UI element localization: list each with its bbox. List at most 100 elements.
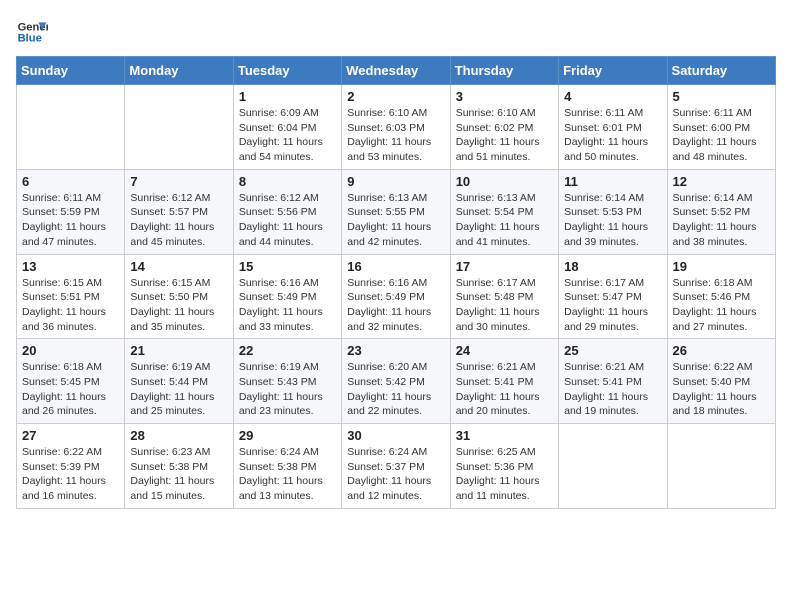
- day-info: Sunrise: 6:24 AM Sunset: 5:37 PM Dayligh…: [347, 445, 444, 504]
- calendar-cell: 9 Sunrise: 6:13 AM Sunset: 5:55 PM Daylig…: [342, 169, 450, 254]
- calendar-header-row: SundayMondayTuesdayWednesdayThursdayFrid…: [17, 57, 776, 85]
- day-info: Sunrise: 6:17 AM Sunset: 5:48 PM Dayligh…: [456, 276, 553, 335]
- calendar-cell: 15 Sunrise: 6:16 AM Sunset: 5:49 PM Dayli…: [233, 254, 341, 339]
- calendar-header-tuesday: Tuesday: [233, 57, 341, 85]
- day-number: 13: [22, 259, 119, 274]
- calendar-cell: 31 Sunrise: 6:25 AM Sunset: 5:36 PM Dayli…: [450, 424, 558, 509]
- day-number: 21: [130, 343, 227, 358]
- day-number: 25: [564, 343, 661, 358]
- calendar-cell: 4Sunrise: 6:11 AM Sunset: 6:01 PM Daylig…: [559, 85, 667, 170]
- calendar-week-2: 6 Sunrise: 6:11 AM Sunset: 5:59 PM Daylig…: [17, 169, 776, 254]
- day-number: 31: [456, 428, 553, 443]
- day-info: Sunrise: 6:09 AM Sunset: 6:04 PM Dayligh…: [239, 106, 336, 165]
- day-number: 24: [456, 343, 553, 358]
- day-number: 16: [347, 259, 444, 274]
- calendar-cell: 7Sunrise: 6:12 AM Sunset: 5:57 PM Daylig…: [125, 169, 233, 254]
- day-info: Sunrise: 6:16 AM Sunset: 5:49 PM Dayligh…: [239, 276, 336, 335]
- calendar-cell: 19 Sunrise: 6:18 AM Sunset: 5:46 PM Dayli…: [667, 254, 775, 339]
- calendar-cell: 1Sunrise: 6:09 AM Sunset: 6:04 PM Daylig…: [233, 85, 341, 170]
- day-number: 10: [456, 174, 553, 189]
- calendar-header-sunday: Sunday: [17, 57, 125, 85]
- calendar-cell: 2Sunrise: 6:10 AM Sunset: 6:03 PM Daylig…: [342, 85, 450, 170]
- calendar-cell: 27 Sunrise: 6:22 AM Sunset: 5:39 PM Dayli…: [17, 424, 125, 509]
- day-info: Sunrise: 6:14 AM Sunset: 5:53 PM Dayligh…: [564, 191, 661, 250]
- calendar-cell: 5 Sunrise: 6:11 AM Sunset: 6:00 PM Daylig…: [667, 85, 775, 170]
- day-number: 30: [347, 428, 444, 443]
- page-header: General Blue: [16, 16, 776, 48]
- day-number: 15: [239, 259, 336, 274]
- calendar-cell: 14 Sunrise: 6:15 AM Sunset: 5:50 PM Dayli…: [125, 254, 233, 339]
- calendar-cell: [559, 424, 667, 509]
- day-info: Sunrise: 6:19 AM Sunset: 5:43 PM Dayligh…: [239, 360, 336, 419]
- calendar-cell: 18 Sunrise: 6:17 AM Sunset: 5:47 PM Dayli…: [559, 254, 667, 339]
- logo: General Blue: [16, 16, 52, 48]
- day-info: Sunrise: 6:22 AM Sunset: 5:39 PM Dayligh…: [22, 445, 119, 504]
- day-number: 23: [347, 343, 444, 358]
- calendar-cell: 23Sunrise: 6:20 AM Sunset: 5:42 PM Dayli…: [342, 339, 450, 424]
- calendar-cell: 13 Sunrise: 6:15 AM Sunset: 5:51 PM Dayli…: [17, 254, 125, 339]
- day-number: 14: [130, 259, 227, 274]
- day-info: Sunrise: 6:10 AM Sunset: 6:02 PM Dayligh…: [456, 106, 553, 165]
- day-number: 28: [130, 428, 227, 443]
- calendar-header-saturday: Saturday: [667, 57, 775, 85]
- day-info: Sunrise: 6:13 AM Sunset: 5:55 PM Dayligh…: [347, 191, 444, 250]
- calendar-cell: [17, 85, 125, 170]
- calendar-cell: 6 Sunrise: 6:11 AM Sunset: 5:59 PM Daylig…: [17, 169, 125, 254]
- calendar-cell: 25Sunrise: 6:21 AM Sunset: 5:41 PM Dayli…: [559, 339, 667, 424]
- day-info: Sunrise: 6:17 AM Sunset: 5:47 PM Dayligh…: [564, 276, 661, 335]
- calendar-header-wednesday: Wednesday: [342, 57, 450, 85]
- calendar-cell: 21Sunrise: 6:19 AM Sunset: 5:44 PM Dayli…: [125, 339, 233, 424]
- calendar-header-thursday: Thursday: [450, 57, 558, 85]
- calendar-week-4: 20Sunrise: 6:18 AM Sunset: 5:45 PM Dayli…: [17, 339, 776, 424]
- day-number: 4: [564, 89, 661, 104]
- day-info: Sunrise: 6:22 AM Sunset: 5:40 PM Dayligh…: [673, 360, 770, 419]
- day-number: 9: [347, 174, 444, 189]
- day-info: Sunrise: 6:11 AM Sunset: 6:00 PM Dayligh…: [673, 106, 770, 165]
- day-info: Sunrise: 6:12 AM Sunset: 5:57 PM Dayligh…: [130, 191, 227, 250]
- day-number: 22: [239, 343, 336, 358]
- calendar-cell: 3 Sunrise: 6:10 AM Sunset: 6:02 PM Daylig…: [450, 85, 558, 170]
- calendar-header-monday: Monday: [125, 57, 233, 85]
- calendar-cell: 30 Sunrise: 6:24 AM Sunset: 5:37 PM Dayli…: [342, 424, 450, 509]
- day-number: 3: [456, 89, 553, 104]
- calendar-header-friday: Friday: [559, 57, 667, 85]
- day-info: Sunrise: 6:12 AM Sunset: 5:56 PM Dayligh…: [239, 191, 336, 250]
- svg-text:Blue: Blue: [18, 33, 42, 45]
- day-number: 11: [564, 174, 661, 189]
- day-info: Sunrise: 6:13 AM Sunset: 5:54 PM Dayligh…: [456, 191, 553, 250]
- day-number: 8: [239, 174, 336, 189]
- day-info: Sunrise: 6:25 AM Sunset: 5:36 PM Dayligh…: [456, 445, 553, 504]
- calendar-cell: 16Sunrise: 6:16 AM Sunset: 5:49 PM Dayli…: [342, 254, 450, 339]
- logo-icon: General Blue: [16, 16, 48, 48]
- day-number: 27: [22, 428, 119, 443]
- calendar-cell: 26 Sunrise: 6:22 AM Sunset: 5:40 PM Dayli…: [667, 339, 775, 424]
- day-number: 5: [673, 89, 770, 104]
- day-info: Sunrise: 6:15 AM Sunset: 5:51 PM Dayligh…: [22, 276, 119, 335]
- day-info: Sunrise: 6:11 AM Sunset: 5:59 PM Dayligh…: [22, 191, 119, 250]
- calendar-cell: 11 Sunrise: 6:14 AM Sunset: 5:53 PM Dayli…: [559, 169, 667, 254]
- day-number: 20: [22, 343, 119, 358]
- calendar-cell: 17Sunrise: 6:17 AM Sunset: 5:48 PM Dayli…: [450, 254, 558, 339]
- day-info: Sunrise: 6:14 AM Sunset: 5:52 PM Dayligh…: [673, 191, 770, 250]
- day-number: 12: [673, 174, 770, 189]
- day-number: 6: [22, 174, 119, 189]
- day-number: 18: [564, 259, 661, 274]
- calendar-cell: [125, 85, 233, 170]
- day-number: 29: [239, 428, 336, 443]
- calendar-cell: 10 Sunrise: 6:13 AM Sunset: 5:54 PM Dayli…: [450, 169, 558, 254]
- day-info: Sunrise: 6:18 AM Sunset: 5:46 PM Dayligh…: [673, 276, 770, 335]
- calendar-cell: 29Sunrise: 6:24 AM Sunset: 5:38 PM Dayli…: [233, 424, 341, 509]
- calendar-cell: 12 Sunrise: 6:14 AM Sunset: 5:52 PM Dayli…: [667, 169, 775, 254]
- calendar-cell: 8 Sunrise: 6:12 AM Sunset: 5:56 PM Daylig…: [233, 169, 341, 254]
- day-info: Sunrise: 6:10 AM Sunset: 6:03 PM Dayligh…: [347, 106, 444, 165]
- calendar-body: 1Sunrise: 6:09 AM Sunset: 6:04 PM Daylig…: [17, 85, 776, 509]
- day-number: 26: [673, 343, 770, 358]
- calendar-table: SundayMondayTuesdayWednesdayThursdayFrid…: [16, 56, 776, 509]
- day-info: Sunrise: 6:15 AM Sunset: 5:50 PM Dayligh…: [130, 276, 227, 335]
- calendar-cell: 24 Sunrise: 6:21 AM Sunset: 5:41 PM Dayli…: [450, 339, 558, 424]
- calendar-cell: 20Sunrise: 6:18 AM Sunset: 5:45 PM Dayli…: [17, 339, 125, 424]
- day-info: Sunrise: 6:23 AM Sunset: 5:38 PM Dayligh…: [130, 445, 227, 504]
- day-number: 19: [673, 259, 770, 274]
- calendar-cell: [667, 424, 775, 509]
- day-info: Sunrise: 6:21 AM Sunset: 5:41 PM Dayligh…: [456, 360, 553, 419]
